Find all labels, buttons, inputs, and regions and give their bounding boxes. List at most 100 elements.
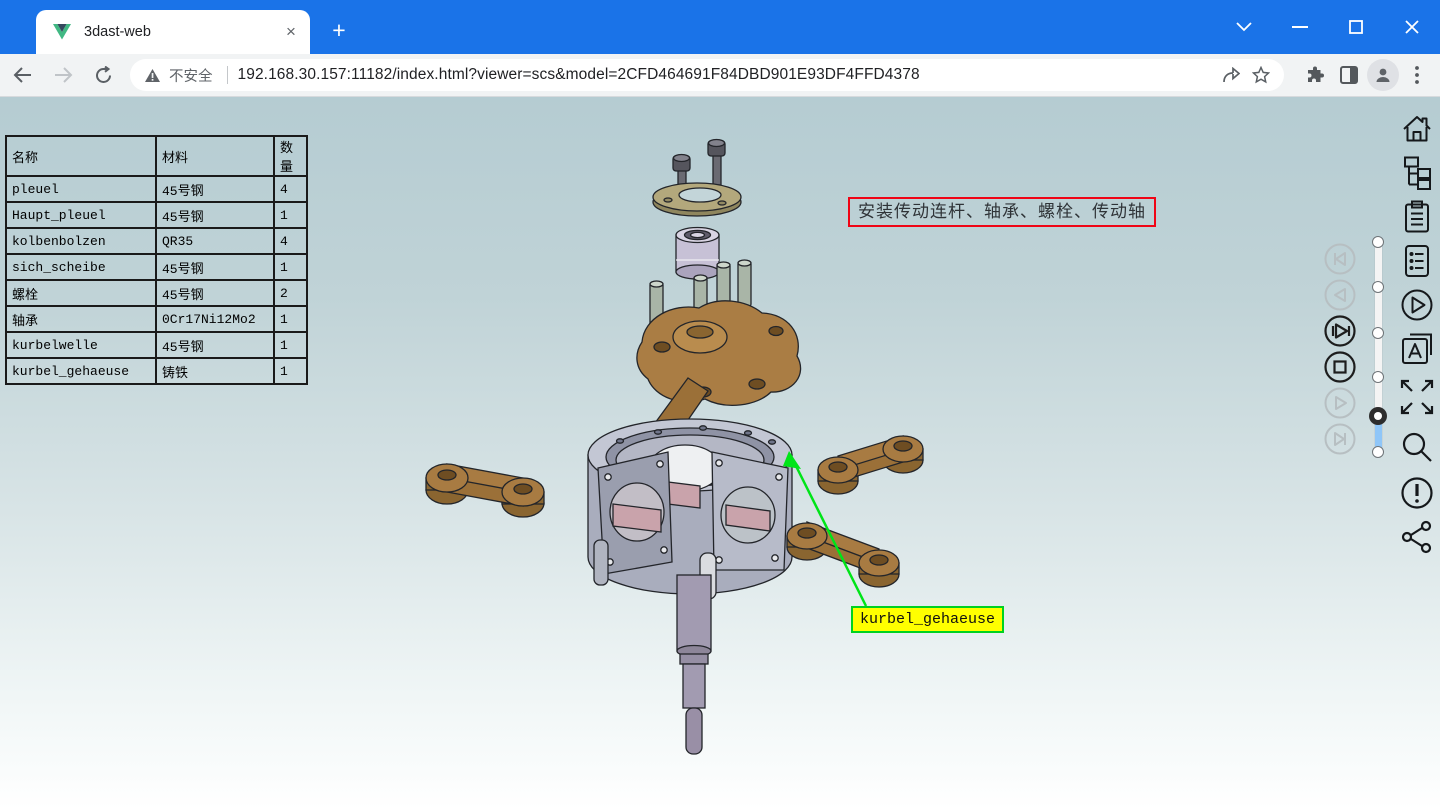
- cell-material: QR35: [156, 228, 274, 254]
- part-crankshaft: [677, 575, 711, 754]
- cell-material: 45号钢: [156, 202, 274, 228]
- 3d-viewport[interactable]: 名称 材料 数量 pleuel45号钢4 Haupt_pleuel45号钢1 k…: [0, 97, 1440, 810]
- bom-header-qty: 数量: [274, 136, 307, 176]
- bom-header-row: 名称 材料 数量: [6, 136, 307, 176]
- part-washer: [653, 183, 741, 216]
- cell-qty: 2: [274, 280, 307, 306]
- tab-title: 3dast-web: [84, 24, 282, 40]
- new-tab-button[interactable]: +: [326, 18, 352, 44]
- cell-name: 螺栓: [6, 280, 156, 306]
- table-row: pleuel45号钢4: [6, 176, 307, 202]
- slider-step-dot[interactable]: [1372, 281, 1384, 293]
- vue-logo-icon: [52, 23, 72, 41]
- browser-window: 3dast-web × +: [0, 0, 1440, 810]
- cell-material: 0Cr17Ni12Mo2: [156, 306, 274, 332]
- part-bearing: [676, 228, 719, 280]
- play-step-button[interactable]: [1324, 315, 1356, 347]
- cell-material: 45号钢: [156, 176, 274, 202]
- annotation-toggle-icon[interactable]: [1398, 330, 1436, 368]
- slider-thumb[interactable]: [1369, 407, 1387, 425]
- browser-titlebar: 3dast-web × +: [0, 0, 1440, 54]
- cell-material: 45号钢: [156, 280, 274, 306]
- animation-playback-controls: [1324, 243, 1358, 459]
- issue-report-icon[interactable]: [1398, 474, 1436, 512]
- window-minimize-icon[interactable]: [1272, 0, 1328, 54]
- bom-header-name: 名称: [6, 136, 156, 176]
- bom-list-icon[interactable]: [1398, 242, 1436, 280]
- table-row: kolbenbolzenQR354: [6, 228, 307, 254]
- table-row: Haupt_pleuel45号钢1: [6, 202, 307, 228]
- browser-toolbar: 不安全 192.168.30.157:11182/index.html?view…: [0, 54, 1440, 97]
- address-bar[interactable]: 不安全 192.168.30.157:11182/index.html?view…: [130, 59, 1284, 91]
- browser-menu-kebab-icon[interactable]: [1400, 58, 1434, 92]
- table-row: kurbel_gehaeuse铸铁1: [6, 358, 307, 384]
- reload-icon[interactable]: [86, 58, 120, 92]
- url-text[interactable]: 192.168.30.157:11182/index.html?viewer=s…: [238, 66, 1217, 84]
- skip-to-start-button[interactable]: [1324, 243, 1356, 275]
- bom-table: 名称 材料 数量 pleuel45号钢4 Haupt_pleuel45号钢1 k…: [5, 135, 308, 385]
- cell-qty: 1: [274, 306, 307, 332]
- fit-view-icon[interactable]: [1398, 374, 1436, 424]
- cell-name: 轴承: [6, 306, 156, 332]
- cell-name: pleuel: [6, 176, 156, 202]
- assembly-tree-icon[interactable]: [1398, 154, 1436, 192]
- window-close-icon[interactable]: [1384, 0, 1440, 54]
- part-rod-upper-right: [818, 436, 923, 494]
- cell-qty: 4: [274, 176, 307, 202]
- cell-name: kolbenbolzen: [6, 228, 156, 254]
- slider-step-dot[interactable]: [1372, 327, 1384, 339]
- animation-step-slider[interactable]: [1370, 237, 1386, 557]
- omnibox-divider: [227, 66, 228, 84]
- extensions-puzzle-icon[interactable]: [1298, 58, 1332, 92]
- zoom-search-icon[interactable]: [1398, 430, 1436, 468]
- slider-step-dot[interactable]: [1372, 371, 1384, 383]
- avatar-person-icon: [1367, 59, 1399, 91]
- window-controls: [1216, 0, 1440, 54]
- forward-icon[interactable]: [46, 58, 80, 92]
- cell-name: kurbel_gehaeuse: [6, 358, 156, 384]
- table-row: 轴承0Cr17Ni12Mo21: [6, 306, 307, 332]
- tab-close-icon[interactable]: ×: [282, 23, 300, 41]
- home-icon[interactable]: [1398, 110, 1436, 148]
- slider-step-dot[interactable]: [1372, 236, 1384, 248]
- bom-header-material: 材料: [156, 136, 274, 176]
- part-rod-left: [426, 464, 544, 517]
- cell-qty: 1: [274, 202, 307, 228]
- skip-to-end-button[interactable]: [1324, 423, 1356, 455]
- part-housing: [588, 419, 792, 599]
- cell-qty: 1: [274, 332, 307, 358]
- cell-name: Haupt_pleuel: [6, 202, 156, 228]
- window-menu-chevron-icon[interactable]: [1216, 0, 1272, 54]
- cell-material: 45号钢: [156, 254, 274, 280]
- table-row: 螺栓45号钢2: [6, 280, 307, 306]
- share-page-icon[interactable]: [1216, 60, 1246, 90]
- cell-qty: 1: [274, 358, 307, 384]
- share-model-icon[interactable]: [1398, 518, 1436, 556]
- step-back-button[interactable]: [1324, 279, 1356, 311]
- part-label-kurbel-gehaeuse[interactable]: kurbel_gehaeuse: [851, 606, 1004, 633]
- table-row: kurbelwelle45号钢1: [6, 332, 307, 358]
- cell-material: 45号钢: [156, 332, 274, 358]
- play-animation-icon[interactable]: [1398, 286, 1436, 324]
- bookmark-star-icon[interactable]: [1246, 60, 1276, 90]
- cell-material: 铸铁: [156, 358, 274, 384]
- profile-avatar[interactable]: [1366, 58, 1400, 92]
- not-secure-warning-icon: [144, 68, 161, 83]
- toolbar-right-icons: [1298, 58, 1434, 92]
- slider-step-dot[interactable]: [1372, 446, 1384, 458]
- window-maximize-icon[interactable]: [1328, 0, 1384, 54]
- cell-name: sich_scheibe: [6, 254, 156, 280]
- process-clipboard-icon[interactable]: [1398, 198, 1436, 236]
- back-icon[interactable]: [6, 58, 40, 92]
- browser-tab[interactable]: 3dast-web ×: [36, 10, 310, 54]
- stop-button[interactable]: [1324, 351, 1356, 383]
- side-panel-icon[interactable]: [1332, 58, 1366, 92]
- step-annotation: 安装传动连杆、轴承、螺栓、传动轴: [848, 197, 1156, 227]
- part-rod-lower-right: [787, 522, 899, 587]
- cell-qty: 4: [274, 228, 307, 254]
- play-button[interactable]: [1324, 387, 1356, 419]
- security-label: 不安全: [169, 65, 213, 86]
- cell-qty: 1: [274, 254, 307, 280]
- cell-name: kurbelwelle: [6, 332, 156, 358]
- part-spider-hub: [637, 301, 801, 405]
